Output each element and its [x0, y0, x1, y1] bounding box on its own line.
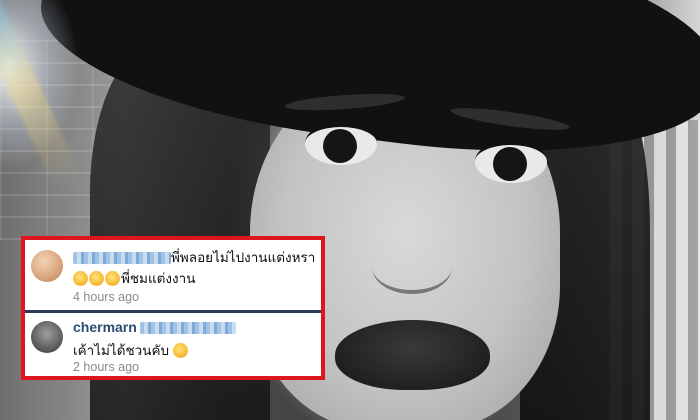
comment-1-line-1: พี่พลอยไม่ไปงานแต่งหรา: [73, 246, 315, 268]
comment-2: chermarn เค้าไม่ได้ชวนคับ 2 hours ago: [25, 313, 321, 379]
grin-emoji-icon: [105, 271, 120, 286]
avatar-icon[interactable]: [31, 250, 63, 282]
photo-scene: พี่พลอยไม่ไปงานแต่งหรา พี่ชมแต่งงาน 4 ho…: [0, 0, 700, 420]
comment-1-text-line2: พี่ชมแต่งงาน: [121, 271, 196, 286]
blurred-username-suffix: [139, 322, 236, 335]
comments-panel: พี่พลอยไม่ไปงานแต่งหรา พี่ชมแต่งงาน 4 ho…: [21, 236, 325, 380]
comment-2-time: 2 hours ago: [73, 360, 140, 374]
grin-emoji-icon: [89, 271, 104, 286]
comment-1-line-2: พี่ชมแต่งงาน: [73, 267, 195, 289]
right-eye: [475, 140, 547, 183]
smiling-emoji-icon: [172, 343, 188, 358]
comment-2-line-2: เค้าไม่ได้ชวนคับ: [73, 339, 189, 361]
blurred-username: [73, 252, 171, 265]
grin-emoji-icon: [73, 271, 88, 286]
comment-1-text-line1: พี่พลอยไม่ไปงานแต่งหรา: [171, 250, 316, 265]
comment-1-time: 4 hours ago: [73, 290, 140, 304]
nose: [372, 240, 452, 294]
comment-1: พี่พลอยไม่ไปงานแต่งหรา พี่ชมแต่งงาน 4 ho…: [25, 240, 321, 310]
lips: [335, 320, 490, 390]
comment-2-username[interactable]: chermarn: [73, 319, 137, 335]
left-eye: [305, 122, 377, 165]
comment-2-line-1: chermarn: [73, 319, 236, 335]
comment-2-text: เค้าไม่ได้ชวนคับ: [73, 343, 170, 358]
avatar-icon[interactable]: [31, 321, 63, 353]
